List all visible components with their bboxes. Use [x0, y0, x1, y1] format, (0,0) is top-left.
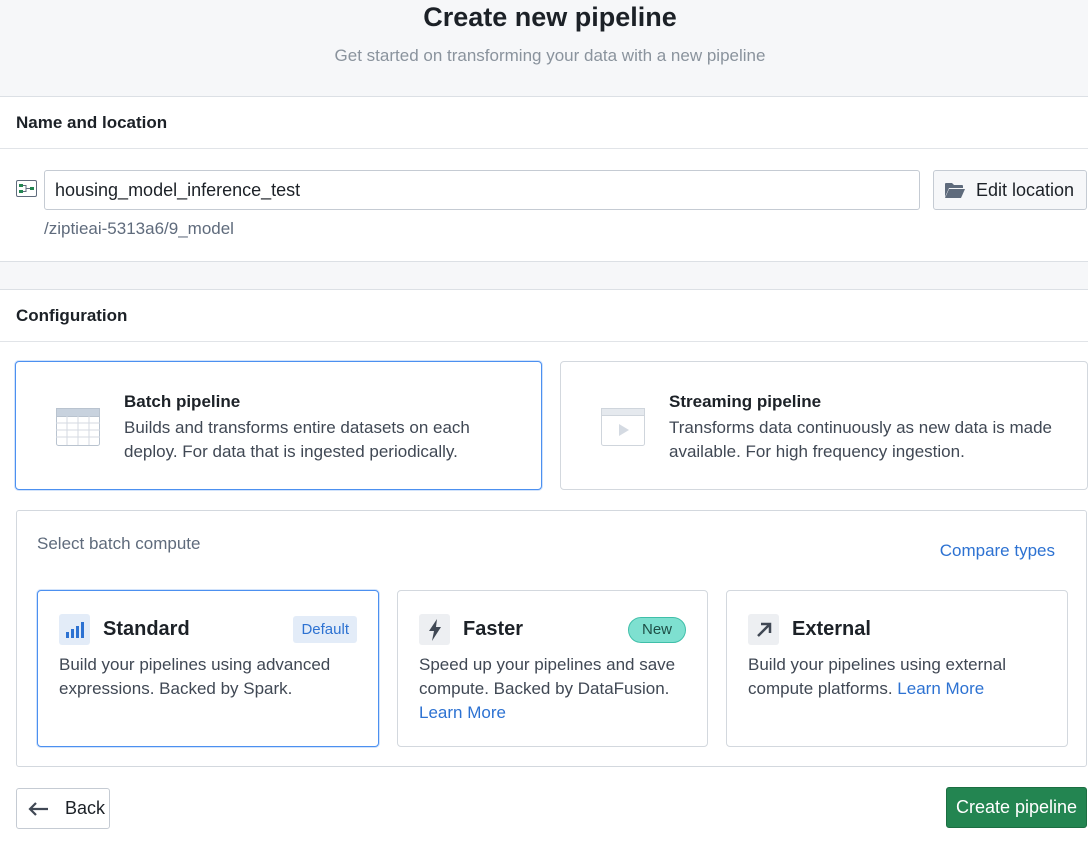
- pipeline-icon: [16, 180, 37, 197]
- description-text: Build your pipelines using advanced expr…: [59, 655, 331, 698]
- table-icon: [56, 408, 100, 446]
- batch-compute-panel: Select batch compute Compare types Stand…: [16, 510, 1087, 767]
- name-location-section: Edit location /ziptieai-5313a6/9_model: [0, 149, 1088, 262]
- learn-more-link[interactable]: Learn More: [897, 679, 984, 698]
- compute-option-external[interactable]: External Build your pipelines using exte…: [726, 590, 1068, 747]
- streaming-pipeline-description: Transforms data continuously as new data…: [669, 418, 1053, 461]
- compute-option-title: Standard: [103, 618, 190, 640]
- compute-option-description: Build your pipelines using advanced expr…: [59, 653, 339, 701]
- back-label: Back: [65, 798, 106, 818]
- compute-option-description: Build your pipelines using external comp…: [748, 653, 1048, 701]
- arrow-top-right-icon: [748, 614, 779, 645]
- bar-chart-icon: [59, 614, 90, 645]
- streaming-pipeline-card[interactable]: Streaming pipeline Transforms data conti…: [560, 361, 1088, 490]
- batch-pipeline-description: Builds and transforms entire datasets on…: [124, 418, 470, 461]
- compare-types-link[interactable]: Compare types: [940, 541, 1055, 561]
- name-location-heading: Name and location: [16, 113, 168, 132]
- arrow-left-icon: [28, 801, 48, 816]
- streaming-pipeline-title: Streaming pipeline: [669, 392, 822, 411]
- configuration-section-header: Configuration: [0, 290, 1088, 342]
- folder-open-icon: [945, 182, 965, 198]
- select-compute-label: Select batch compute: [37, 534, 201, 553]
- page-title: Create new pipeline: [423, 2, 677, 32]
- compute-option-description: Speed up your pipelines and save compute…: [419, 653, 699, 725]
- section-divider: [0, 262, 1088, 290]
- batch-pipeline-card[interactable]: Batch pipeline Builds and transforms ent…: [15, 361, 542, 490]
- name-location-section-header: Name and location: [0, 97, 1088, 149]
- edit-location-button[interactable]: Edit location: [933, 170, 1087, 210]
- compute-option-faster[interactable]: Faster New Speed up your pipelines and s…: [397, 590, 708, 747]
- video-icon: [601, 408, 645, 446]
- create-pipeline-label: Create pipeline: [955, 797, 1078, 817]
- location-path: /ziptieai-5313a6/9_model: [44, 219, 234, 238]
- page-subtitle: Get started on transforming your data wi…: [334, 46, 766, 65]
- compute-option-standard[interactable]: Standard Default Build your pipelines us…: [37, 590, 379, 747]
- learn-more-link[interactable]: Learn More: [419, 703, 506, 722]
- page-header: Create new pipeline Get started on trans…: [0, 0, 1088, 97]
- back-button[interactable]: Back: [16, 788, 110, 829]
- new-badge: New: [627, 617, 686, 643]
- compute-option-title: External: [792, 618, 871, 640]
- compute-option-title: Faster: [463, 618, 524, 640]
- edit-location-label: Edit location: [976, 179, 1075, 200]
- create-pipeline-button[interactable]: Create pipeline: [946, 787, 1087, 828]
- default-badge: Default: [293, 616, 357, 643]
- description-text: Speed up your pipelines and save compute…: [419, 655, 676, 698]
- batch-pipeline-title: Batch pipeline: [124, 392, 241, 411]
- pipeline-name-input[interactable]: [44, 170, 920, 210]
- configuration-heading: Configuration: [16, 306, 128, 325]
- lightning-icon: [419, 614, 450, 645]
